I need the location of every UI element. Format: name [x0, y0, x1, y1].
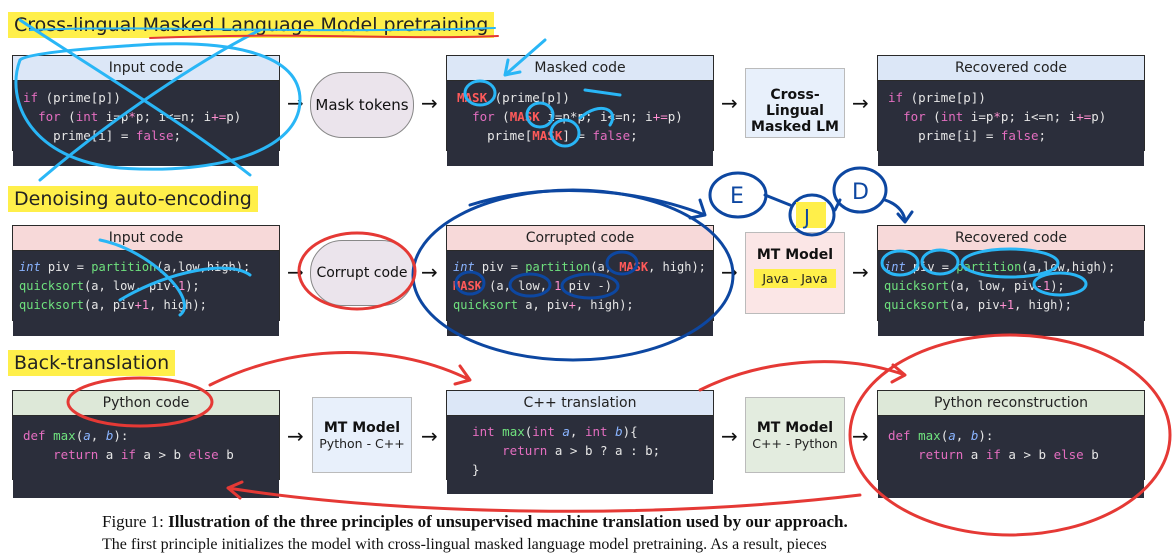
- mask-token: MASK: [457, 90, 488, 105]
- arrow-6: →: [421, 260, 438, 284]
- arrow-7: →: [721, 260, 738, 284]
- figure-caption-bold: Illustration of the three principles of …: [168, 512, 848, 531]
- section-title-denoising: Denoising auto-encoding: [8, 186, 258, 212]
- python-code-box: Python code def max(a, b): return a if a…: [12, 390, 280, 498]
- corrupted-code-box: Corrupted code int piv = partition(a, MA…: [446, 225, 714, 336]
- mt-model-py-cpp: MT Model Python - C++: [312, 397, 412, 473]
- input-code-title: Input code: [13, 226, 279, 251]
- cpp-translation-title: C++ translation: [447, 391, 713, 416]
- masked-code-title: Masked code: [447, 56, 713, 81]
- ink-e-letter: E: [730, 184, 744, 209]
- ink-j-letter: J: [802, 205, 810, 229]
- arrow-1: →: [287, 91, 304, 115]
- arrow-9: →: [287, 424, 304, 448]
- arrow-10: →: [421, 424, 438, 448]
- ink-d-circle: [832, 166, 888, 214]
- recovered-code-block: int piv = partition(a,low,high); quickso…: [878, 251, 1144, 336]
- recovered-code-box-dae: Recovered code int piv = partition(a,low…: [877, 225, 1145, 336]
- figure-caption-body: The first principle initializes the mode…: [102, 536, 827, 553]
- section-title-back-translation: Back-translation: [8, 350, 176, 376]
- mt-model-java: MT Model Java - Java: [745, 232, 845, 314]
- ink-d-letter: D: [852, 180, 869, 205]
- cpp-translation-box: C++ translation int max(int a, int b){ r…: [446, 390, 714, 494]
- mt-model-label: MT Model: [756, 247, 834, 263]
- input-code-block: if (prime[p]) for (int i=p*p; i<=n; i+=p…: [13, 81, 279, 166]
- corrupt-code-op: Corrupt code: [310, 240, 414, 306]
- mt-model-label: MT Model: [323, 420, 401, 436]
- python-code-block: def max(a, b): return a if a > b else b: [13, 416, 279, 498]
- mt-model-sub: C++ - Python: [752, 436, 838, 451]
- ink-e-circle: [708, 171, 768, 219]
- input-code-box-dae: Input code int piv = partition(a,low,hig…: [12, 225, 280, 336]
- corrupted-code-block: int piv = partition(a, MASK, high); MASK…: [447, 251, 713, 336]
- arrow-11: →: [721, 424, 738, 448]
- ink-j-highlight: [796, 202, 826, 228]
- section-title-mlm: Cross-lingual Masked Language Model pret…: [8, 12, 495, 38]
- python-reconstruction-box: Python reconstruction def max(a, b): ret…: [877, 390, 1145, 498]
- mt-model-cpp-py: MT Model C++ - Python: [745, 397, 845, 473]
- mt-model-label: MT Model: [756, 420, 834, 436]
- ink-red-arrow-cpp: [698, 360, 907, 392]
- figure-caption-title: Figure 1: Illustration of the three prin…: [102, 512, 848, 532]
- masked-code-box: Masked code MASK (prime[p]) for (MASK i=…: [446, 55, 714, 166]
- mask-tokens-op: Mask tokens: [310, 72, 414, 138]
- masked-code-block: MASK (prime[p]) for (MASK i=p*p; i<=n; i…: [447, 81, 713, 166]
- ink-navy-arrows-ejd: [763, 193, 914, 224]
- python-code-title: Python code: [13, 391, 279, 416]
- arrow-2: →: [421, 91, 438, 115]
- recovered-code-title: Recovered code: [878, 226, 1144, 251]
- input-code-title: Input code: [13, 56, 279, 81]
- input-code-box-mlm: Input code if (prime[p]) for (int i=p*p;…: [12, 55, 280, 166]
- python-reconstruction-block: def max(a, b): return a if a > b else b: [878, 416, 1144, 498]
- figure-label: Figure 1:: [102, 512, 164, 531]
- cross-lingual-mlm-model: Cross-Lingual Masked LM: [745, 68, 845, 138]
- ink-navy-arrow-top: [468, 189, 707, 220]
- arrow-8: →: [852, 260, 869, 284]
- python-reconstruction-title: Python reconstruction: [878, 391, 1144, 416]
- arrow-4: →: [852, 91, 869, 115]
- recovered-code-box-mlm: Recovered code if (prime[p]) for (int i=…: [877, 55, 1145, 166]
- mt-model-sub: Python - C++: [319, 436, 405, 451]
- corrupted-code-title: Corrupted code: [447, 226, 713, 251]
- input-code-block: int piv = partition(a,low,high); quickso…: [13, 251, 279, 336]
- recovered-code-block: if (prime[p]) for (int i=p*p; i<=n; i+=p…: [878, 81, 1144, 166]
- ink-red-arrow-top: [208, 351, 472, 387]
- mt-model-sub: Java - Java: [754, 269, 836, 288]
- cross-lingual-mlm-label: Cross-Lingual Masked LM: [751, 87, 839, 135]
- arrow-5: →: [287, 260, 304, 284]
- ink-j-circle: [788, 193, 836, 237]
- cpp-code-block: int max(int a, int b){ return a > b ? a …: [447, 416, 713, 494]
- recovered-code-title: Recovered code: [878, 56, 1144, 81]
- arrow-3: →: [721, 91, 738, 115]
- arrow-12: →: [852, 424, 869, 448]
